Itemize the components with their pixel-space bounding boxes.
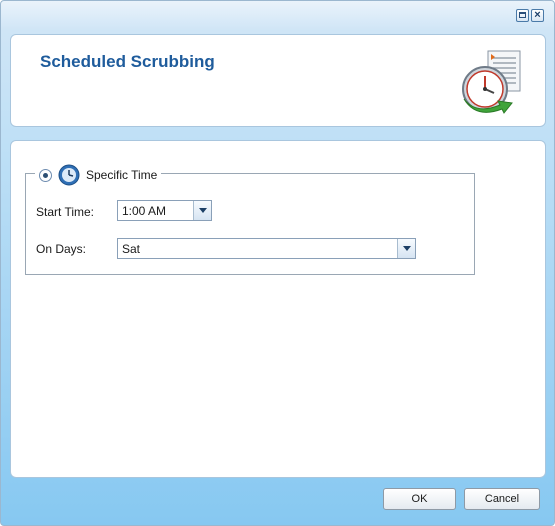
on-days-label: On Days: <box>36 242 87 256</box>
on-days-value: Sat <box>122 241 141 256</box>
cancel-button[interactable]: Cancel <box>464 488 540 510</box>
chevron-down-icon[interactable] <box>397 239 415 258</box>
header-panel: Scheduled Scrubbing <box>10 34 546 127</box>
start-time-select[interactable]: 1:00 AM <box>117 200 212 221</box>
close-button[interactable]: × <box>531 9 544 22</box>
specific-time-group <box>25 173 475 275</box>
clock-icon <box>58 164 80 186</box>
start-time-label: Start Time: <box>36 205 95 219</box>
schedule-panel: Specific Time Start Time: 1:00 AM On Day… <box>10 140 546 478</box>
close-icon: × <box>534 9 541 21</box>
specific-time-label: Specific Time <box>86 168 158 182</box>
on-days-select[interactable]: Sat <box>117 238 416 259</box>
scheduled-scrubbing-dialog: × Scheduled Scrubbing Specific Time Star… <box>0 0 555 526</box>
maximize-button[interactable] <box>516 9 529 22</box>
page-title: Scheduled Scrubbing <box>40 52 215 71</box>
title-bar: × <box>1 1 554 31</box>
ok-button[interactable]: OK <box>383 488 456 510</box>
start-time-value: 1:00 AM <box>122 203 167 218</box>
specific-time-legend: Specific Time <box>35 164 162 186</box>
specific-time-radio[interactable] <box>39 168 52 182</box>
chevron-down-icon[interactable] <box>193 201 211 220</box>
scheduled-clock-document-icon <box>462 50 521 114</box>
